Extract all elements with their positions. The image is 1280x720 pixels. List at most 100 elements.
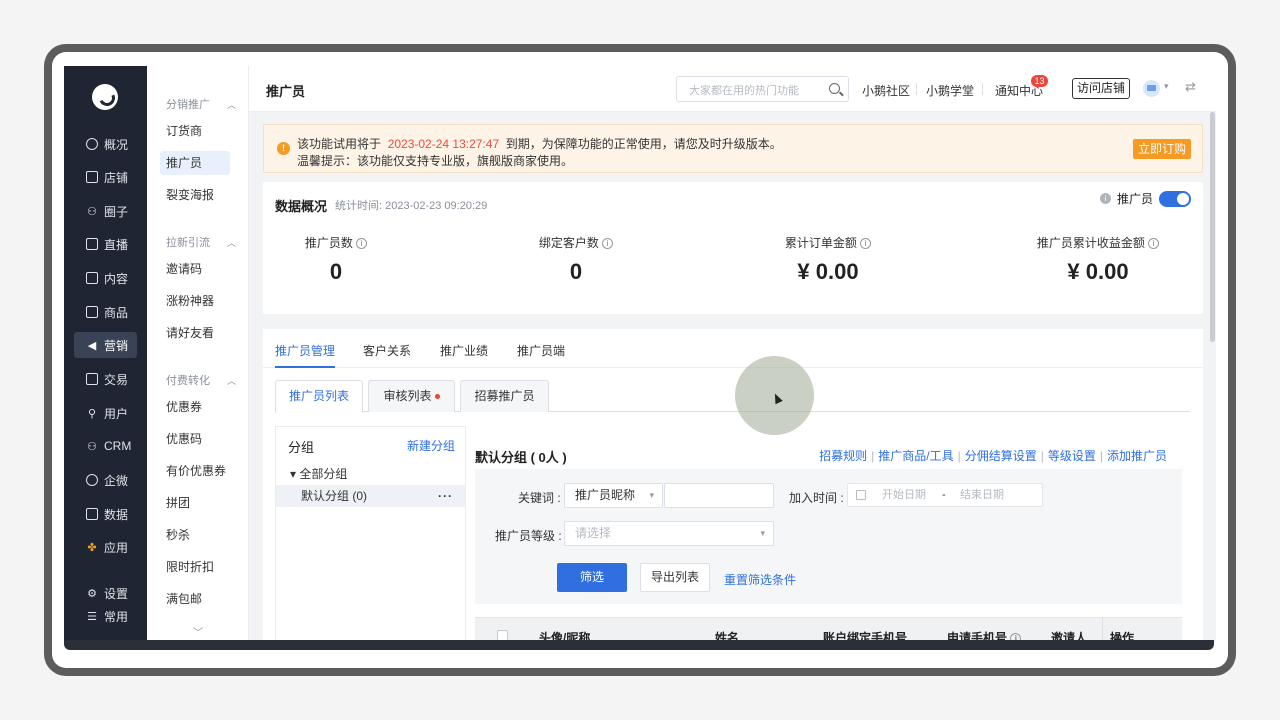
rail-item-common[interactable]: ☰ 常用 xyxy=(74,603,137,629)
side-item-invite-friend[interactable]: 请好友看 xyxy=(160,321,230,345)
page-title: 推广员 xyxy=(266,84,306,99)
keyword-input[interactable] xyxy=(664,483,774,508)
rail-item-overview[interactable]: 概况 xyxy=(74,131,137,157)
rail-item-wecom[interactable]: 企微 xyxy=(74,467,137,493)
info-icon[interactable]: i xyxy=(356,238,368,250)
side-item-free-shipping[interactable]: 满包邮 xyxy=(160,587,230,611)
level-select[interactable]: 请选择 ▾ xyxy=(564,521,774,546)
rail-item-crm[interactable]: ⚇ CRM xyxy=(74,433,137,459)
side-item-coupon-code[interactable]: 优惠码 xyxy=(160,427,230,451)
megaphone-icon: ◀ xyxy=(87,339,97,352)
commission-settings-link[interactable]: 分佣结算设置 xyxy=(965,449,1037,463)
order-now-button[interactable]: 立即订购 xyxy=(1133,139,1191,159)
tab-promoter-list[interactable]: 推广员列表 xyxy=(275,380,363,413)
add-promoter-link[interactable]: 添加推广员 xyxy=(1107,449,1167,463)
tab-promoter-management[interactable]: 推广员管理 xyxy=(275,342,336,368)
rail-item-product[interactable]: 商品 xyxy=(74,299,137,325)
swap-icon[interactable]: ⇄ xyxy=(1185,79,1196,95)
rail-item-data[interactable]: 数据 xyxy=(74,501,137,527)
promoter-toggle-group: i 推广员 xyxy=(1099,190,1191,207)
default-group-item[interactable]: 默认分组 (0) ··· xyxy=(276,485,465,507)
rail-item-user[interactable]: ⚲ 用户 xyxy=(74,400,137,426)
chevron-down-icon[interactable]: ﹀ xyxy=(193,624,203,639)
side-item-flash-sale[interactable]: 秒杀 xyxy=(160,523,230,547)
promoter-toggle[interactable] xyxy=(1159,190,1191,207)
side-item-fission-poster[interactable]: 裂变海报 xyxy=(160,183,230,207)
side-item-group-buy[interactable]: 拼团 xyxy=(160,491,230,515)
search-icon[interactable] xyxy=(829,83,840,94)
divider xyxy=(916,83,917,95)
side-item-promoter[interactable]: 推广员 xyxy=(160,151,230,175)
divider xyxy=(1102,618,1103,642)
chevron-down-icon[interactable]: ▾ xyxy=(1164,81,1169,92)
live-icon xyxy=(86,238,98,250)
tab-recruit-promoter[interactable]: 招募推广员 xyxy=(460,380,549,412)
export-button[interactable]: 导出列表 xyxy=(640,563,710,592)
academy-link[interactable]: 小鹅学堂 xyxy=(926,82,974,99)
app-logo[interactable] xyxy=(92,84,118,110)
crm-icon: ⚇ xyxy=(87,440,97,453)
side-item-paid-coupon[interactable]: 有价优惠券 xyxy=(160,459,230,483)
side-item-dealer[interactable]: 订货商 xyxy=(160,119,230,143)
info-icon[interactable]: i xyxy=(602,238,614,250)
visit-store-button[interactable]: 访问店铺 xyxy=(1072,78,1130,99)
info-icon[interactable]: i xyxy=(1099,193,1111,204)
community-link[interactable]: 小鹅社区 xyxy=(862,82,910,99)
filter-button[interactable]: 筛选 xyxy=(557,563,627,592)
join-time-label: 加入时间 : xyxy=(789,491,844,505)
side-item-coupon[interactable]: 优惠券 xyxy=(160,395,230,419)
main-content: ! 该功能试用将于 2023-02-24 13:27:47 到期，为保障功能的正… xyxy=(249,112,1216,642)
search-input[interactable]: 大家都在用的热门功能 xyxy=(676,76,849,102)
side-group-distribution[interactable]: 分销推广 ︿ xyxy=(166,96,236,112)
side-item-limited-discount[interactable]: 限时折扣 xyxy=(160,555,230,579)
side-item-fan-tool[interactable]: 涨粉神器 xyxy=(160,289,230,313)
info-icon[interactable]: i xyxy=(1148,238,1160,250)
apps-icon: ✤ xyxy=(87,541,97,554)
overview-time: 统计时间: 2023-02-23 09:20:29 xyxy=(335,200,488,212)
avatar[interactable] xyxy=(1143,80,1160,97)
trade-icon xyxy=(86,373,98,385)
level-settings-link[interactable]: 等级设置 xyxy=(1048,449,1096,463)
scrollbar[interactable] xyxy=(1210,112,1215,342)
tab-customer-relations[interactable]: 客户关系 xyxy=(363,342,411,359)
rail-item-community[interactable]: ⚇ 圈子 xyxy=(74,198,137,224)
gear-icon: ⚙ xyxy=(87,587,97,600)
end-date-input[interactable]: 结束日期 xyxy=(960,484,1004,506)
reset-filter-link[interactable]: 重置筛选条件 xyxy=(724,571,796,588)
cursor-icon xyxy=(771,391,783,405)
start-date-input[interactable]: 开始日期 xyxy=(882,484,926,506)
notice-line-2: 温馨提示：该功能仅支持专业版，旗舰版商家使用。 xyxy=(297,154,574,168)
recruit-rules-link[interactable]: 招募规则 xyxy=(819,449,867,463)
data-overview: 数据概况 统计时间: 2023-02-23 09:20:29 i 推广员 推广员… xyxy=(263,182,1203,314)
tab-performance[interactable]: 推广业绩 xyxy=(440,342,488,359)
rail-item-store[interactable]: 店铺 xyxy=(74,164,137,190)
main-tabs: 推广员管理 客户关系 推广业绩 推广员端 xyxy=(263,329,1203,368)
primary-nav: 概况 店铺 ⚇ 圈子 直播 内容 商品 ◀ 营销 交易 ⚲ 用户 ⚇ CRM 企微 数据… xyxy=(64,66,147,642)
side-group-conversion[interactable]: 付费转化 ︿ xyxy=(166,372,236,388)
keyword-type-select[interactable]: 推广员昵称 ▾ xyxy=(564,483,663,508)
all-groups-item[interactable]: ▾ 全部分组 xyxy=(290,465,347,482)
new-group-link[interactable]: 新建分组 xyxy=(407,437,455,454)
notice-line-1: 该功能试用将于 2023-02-24 13:27:47 到期，为保障功能的正常使… xyxy=(297,137,782,151)
rail-item-trade[interactable]: 交易 xyxy=(74,366,137,392)
info-icon[interactable]: i xyxy=(860,238,872,250)
rail-item-live[interactable]: 直播 xyxy=(74,231,137,257)
tab-promoter-client[interactable]: 推广员端 xyxy=(517,342,565,359)
wecom-icon xyxy=(86,474,98,486)
promoter-panel: 推广员管理 客户关系 推广业绩 推广员端 推广员列表 审核列表 招募推广员 分组… xyxy=(263,329,1203,642)
more-icon[interactable]: ··· xyxy=(438,485,453,507)
trial-notice: ! 该功能试用将于 2023-02-24 13:27:47 到期，为保障功能的正… xyxy=(263,124,1203,173)
side-item-invite-code[interactable]: 邀请码 xyxy=(160,257,230,281)
rail-item-content[interactable]: 内容 xyxy=(74,265,137,291)
promo-products-link[interactable]: 推广商品/工具 xyxy=(878,449,953,463)
join-date-range[interactable]: 开始日期 - 结束日期 xyxy=(847,483,1043,507)
list-icon: ☰ xyxy=(87,610,97,623)
tab-review-list[interactable]: 审核列表 xyxy=(368,380,455,412)
document-icon xyxy=(86,272,98,284)
calendar-icon xyxy=(856,490,866,500)
list-title: 默认分组 ( 0人 ) xyxy=(475,450,567,465)
rail-item-apps[interactable]: ✤ 应用 xyxy=(74,534,137,560)
rail-item-marketing[interactable]: ◀ 营销 xyxy=(74,332,137,358)
community-icon: ⚇ xyxy=(87,205,97,218)
side-group-acquisition[interactable]: 拉新引流 ︿ xyxy=(166,234,236,250)
